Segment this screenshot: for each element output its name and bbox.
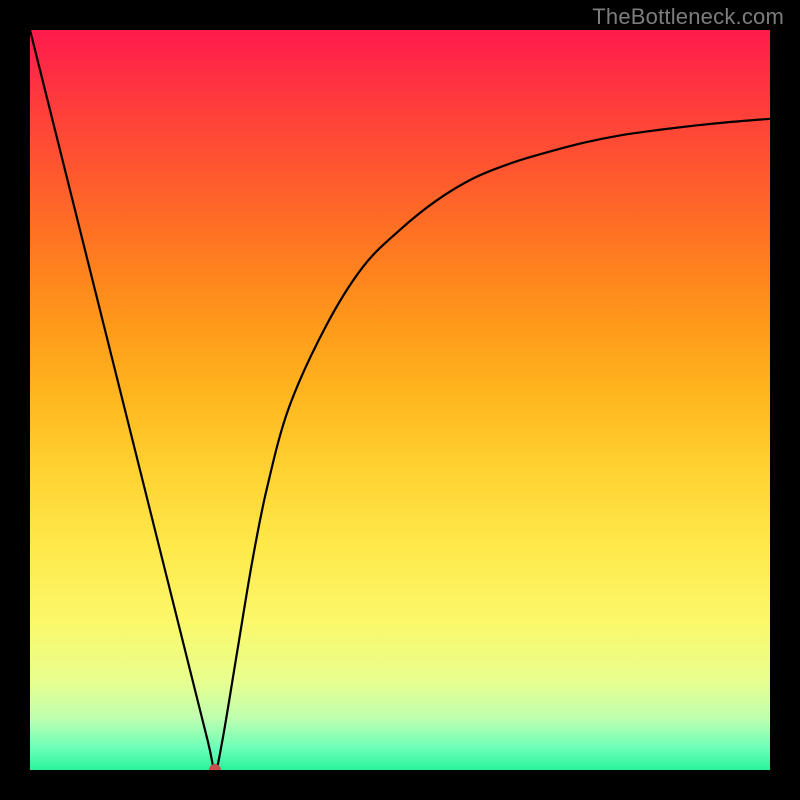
chart-frame [30, 30, 770, 770]
bottleneck-curve-path [30, 30, 770, 770]
plot-area [30, 30, 770, 770]
minimum-marker [209, 764, 221, 770]
curve-layer [30, 30, 770, 770]
watermark-text: TheBottleneck.com [592, 4, 784, 30]
